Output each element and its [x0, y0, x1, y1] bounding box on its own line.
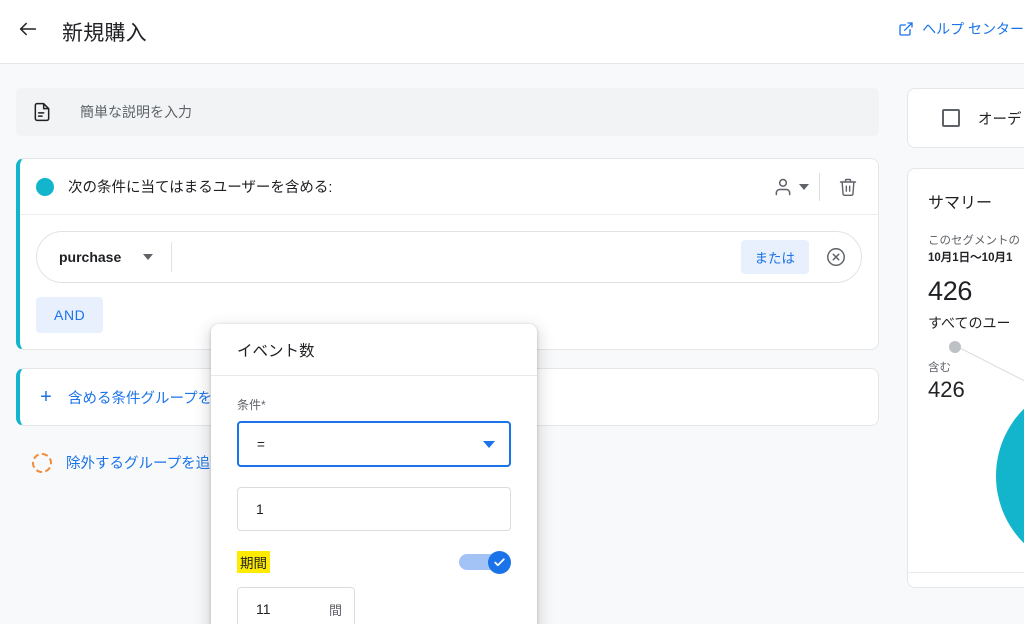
right-panel: オーデ サマリー このセグメントの 10月1日～10月1 426 すべてのユー …	[907, 64, 1024, 588]
event-name-select[interactable]: purchase	[37, 249, 171, 265]
period-label: 期間	[237, 551, 270, 573]
back-button[interactable]	[8, 12, 48, 52]
include-card-header: 次の条件に当てはまるユーザーを含める:	[20, 159, 878, 215]
summary-total-caption: すべてのユー	[928, 314, 1011, 331]
condition-row: purchase または	[36, 231, 862, 283]
include-condition-card: 次の条件に当てはまるユーザーを含める: purchase または AND	[16, 158, 879, 350]
dashed-circle-icon	[32, 452, 52, 473]
event-caret-down-icon	[143, 254, 154, 260]
document-icon	[30, 100, 54, 124]
period-toggle[interactable]	[459, 551, 511, 574]
person-icon[interactable]	[765, 169, 801, 205]
checkbox-unchecked-icon[interactable]	[942, 109, 960, 127]
body-area: 簡単な説明を入力 次の条件に当てはまるユーザーを含める: purchase また…	[0, 64, 1024, 624]
audience-label: オーデ	[978, 111, 1022, 128]
check-icon	[494, 558, 505, 567]
summary-divider	[908, 572, 1024, 573]
summary-subtitle: このセグメントの 10月1日～10月1	[928, 233, 1024, 268]
event-count-input[interactable]: 1	[237, 487, 511, 531]
or-button[interactable]: または	[740, 240, 809, 274]
audience-card[interactable]: オーデ	[907, 88, 1024, 148]
open-in-new-icon	[898, 21, 914, 37]
summary-subtitle-line2: 10月1日～10月1	[928, 252, 1013, 265]
app-root: 新規購入 ヘルプ センター 簡単な説明を入力 次の条件に当てはまるユーザーを含め…	[0, 0, 1024, 624]
event-count-value: 1	[256, 501, 264, 517]
duration-value: 11	[256, 601, 271, 617]
caret-down-icon	[483, 440, 495, 448]
event-name-value: purchase	[59, 249, 122, 265]
duration-unit-label: 間	[328, 603, 342, 619]
summary-title: サマリー	[928, 195, 993, 212]
and-button[interactable]: AND	[36, 297, 104, 333]
top-header: 新規購入 ヘルプ センター	[0, 0, 1024, 64]
summary-include-value: 426	[928, 376, 965, 402]
description-placeholder: 簡単な説明を入力	[80, 104, 192, 120]
condition-divider	[171, 242, 173, 272]
condition-operator-value: =	[257, 436, 265, 452]
summary-card: サマリー このセグメントの 10月1日～10月1 426 すべてのユー 含む 4…	[907, 168, 1024, 588]
period-row: 期間	[237, 551, 511, 574]
event-count-dialog: イベント数 条件* = 1 期間 11 間	[211, 324, 537, 624]
include-card-tools	[765, 169, 866, 205]
venn-circle	[996, 381, 1024, 571]
close-circle-icon[interactable]	[819, 240, 853, 274]
dialog-header: イベント数	[211, 324, 537, 376]
dialog-title: イベント数	[237, 342, 315, 360]
dialog-body: 条件* = 1 期間 11 間	[211, 376, 537, 624]
toolbar-divider	[819, 172, 820, 201]
add-condition-group-label: 含める条件グループを	[68, 390, 213, 407]
venn-leader-dot	[949, 341, 961, 353]
summary-total-value: 426	[928, 275, 973, 306]
period-toggle-knob	[488, 551, 511, 574]
duration-input[interactable]: 11 間	[237, 587, 355, 624]
help-center-link[interactable]: ヘルプ センター	[898, 19, 1024, 39]
scope-caret-down-icon[interactable]	[799, 183, 809, 190]
page-title: 新規購入	[62, 21, 147, 45]
help-center-label: ヘルプ センター	[922, 21, 1024, 37]
add-exclude-group-label: 除外するグループを追	[66, 456, 211, 472]
plus-icon: +	[40, 386, 52, 408]
arrow-left-icon	[17, 18, 39, 45]
include-card-title: 次の条件に当てはまるユーザーを含める:	[68, 180, 333, 196]
description-field[interactable]: 簡単な説明を入力	[16, 88, 879, 136]
condition-operator-select[interactable]: =	[237, 421, 511, 467]
trash-icon[interactable]	[830, 169, 866, 205]
include-dot-icon	[36, 177, 54, 196]
condition-field-label: 条件*	[237, 398, 266, 412]
summary-subtitle-line1: このセグメントの	[928, 235, 1020, 247]
